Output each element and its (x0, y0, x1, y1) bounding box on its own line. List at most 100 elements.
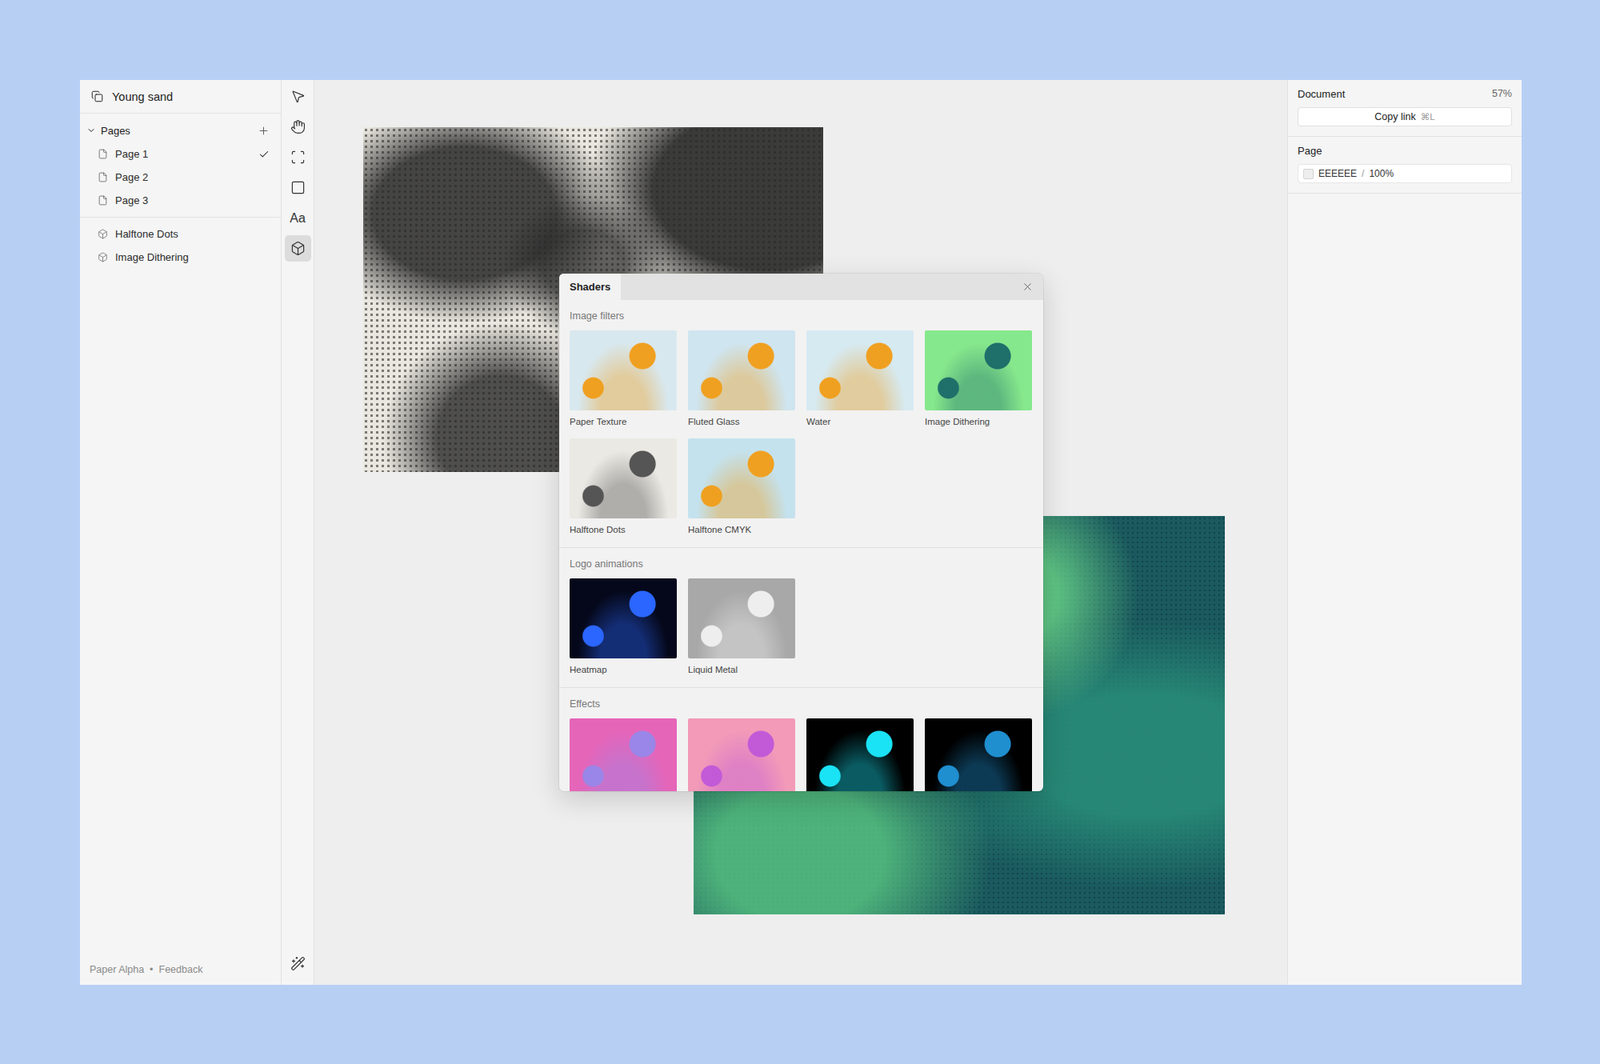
shader-card[interactable]: Paper Texture (569, 330, 677, 428)
thumbnail-grid (569, 718, 1033, 792)
pointer-tool-button[interactable] (284, 83, 312, 110)
shader-card[interactable]: Fluted Glass (688, 330, 796, 428)
text-tool-label: Aa (289, 211, 306, 226)
section-title: Effects (569, 697, 1033, 711)
shader-label: Halftone CMYK (688, 523, 796, 536)
dialog-body: Image filters Paper Texture Fluted Glass Wa… (559, 300, 1044, 792)
shader-card[interactable]: Image Dithering (924, 330, 1032, 428)
shader-thumbnail (688, 330, 796, 411)
shader-thumbnail (806, 330, 914, 411)
page-item[interactable]: Page 1 (80, 142, 281, 166)
check-icon (258, 148, 270, 160)
zoom-value[interactable]: 57% (1492, 88, 1512, 100)
rectangle-tool-button[interactable] (284, 174, 312, 201)
fill-swatch[interactable] (1303, 168, 1314, 180)
sidebar-footer: Paper Alpha•Feedback (80, 964, 281, 985)
shader-section: Image filters Paper Texture Fluted Glass Wa… (559, 300, 1044, 548)
page-fill-field[interactable]: EEEEEE/100% (1297, 164, 1512, 184)
sidebar: Young sand Pages Page 1 Page 2 Page 3 Halfton… (80, 80, 281, 985)
page-icon (97, 195, 108, 206)
footer-separator: • (149, 964, 153, 976)
shader-card[interactable]: Liquid Metal (688, 578, 796, 676)
section-title: Image filters (569, 309, 1033, 323)
shader-card[interactable]: Halftone CMYK (688, 438, 796, 536)
frame-tool-button[interactable] (284, 144, 312, 171)
page-label: Page 1 (115, 148, 148, 160)
shader-section: Effects (559, 688, 1044, 792)
hand-icon (290, 119, 306, 135)
shader-label: Fluted Glass (688, 415, 796, 428)
sidebar-divider (80, 216, 281, 218)
shader-thumbnail (688, 718, 796, 792)
copy-link-label: Copy link (1374, 111, 1416, 123)
page-label: Page 2 (115, 171, 148, 184)
page-item[interactable]: Page 3 (80, 188, 281, 212)
layer-label: Halftone Dots (115, 228, 179, 240)
shader-thumbnail (924, 718, 1032, 792)
shader-thumbnail (806, 718, 914, 792)
shader-layer-icon (97, 252, 108, 263)
frame-icon (290, 149, 306, 165)
dialog-header: Shaders (559, 273, 1044, 300)
rectangle-icon (290, 180, 306, 196)
shader-label: Image Dithering (924, 415, 1032, 428)
page-section-label: Page (1297, 144, 1322, 157)
fill-value: EEEEEE (1318, 168, 1357, 180)
shader-label: Halftone Dots (569, 523, 677, 536)
hand-tool-button[interactable] (284, 113, 312, 140)
shader-icon (290, 240, 306, 256)
shader-tool-button[interactable] (284, 235, 312, 262)
close-button[interactable] (1012, 273, 1044, 300)
text-tool-button[interactable]: Aa (284, 204, 312, 232)
section-title: Logo animations (569, 557, 1033, 571)
shader-section: Logo animations Heatmap Liquid Metal (559, 548, 1044, 688)
shader-card[interactable] (569, 718, 677, 792)
feedback-link[interactable]: Feedback (159, 964, 204, 976)
shortcut-label: ⌘L (1420, 111, 1436, 123)
shader-thumbnail (569, 330, 677, 411)
shader-card[interactable]: Halftone Dots (569, 438, 677, 536)
canvas[interactable]: Shaders Image filters Paper Texture Fluted … (314, 80, 1288, 985)
thumbnail-grid: Paper Texture Fluted Glass Water Image Dith… (569, 330, 1033, 536)
document-header: Document57% (1288, 80, 1522, 108)
shader-thumbnail (924, 330, 1032, 411)
plus-icon[interactable] (257, 124, 270, 137)
shader-label: Paper Texture (569, 415, 677, 428)
app-window: Young sand Pages Page 1 Page 2 Page 3 Halfton… (80, 80, 1522, 985)
layer-item[interactable]: Halftone Dots (80, 222, 281, 246)
shader-label: Liquid Metal (688, 663, 796, 676)
copy-link-button[interactable]: Copy link ⌘L (1297, 107, 1512, 127)
wand-icon (290, 956, 306, 972)
project-header[interactable]: Young sand (80, 80, 281, 114)
shader-card[interactable]: Heatmap (569, 578, 677, 676)
close-icon (1021, 280, 1034, 293)
shader-layer-icon (97, 228, 108, 240)
shader-label: Water (806, 415, 914, 428)
shader-thumbnail (688, 438, 796, 519)
layer-label: Image Dithering (115, 251, 189, 264)
shader-thumbnail (569, 718, 677, 792)
project-icon (91, 90, 104, 103)
shader-card[interactable] (924, 718, 1032, 792)
wand-tool-button[interactable] (284, 950, 312, 977)
pages-header[interactable]: Pages (80, 118, 281, 143)
shader-card[interactable]: Water (806, 330, 914, 428)
page-section: PageEEEEEE/100% (1288, 136, 1522, 194)
shader-thumbnail (569, 438, 677, 519)
page-item[interactable]: Page 2 (80, 165, 281, 189)
shader-card[interactable] (688, 718, 796, 792)
page-icon (97, 172, 108, 183)
dialog-tab[interactable]: Shaders (559, 273, 621, 300)
page-header: Page (1288, 136, 1522, 164)
toolbar: Aa (280, 80, 315, 985)
page-label: Page 3 (115, 194, 148, 207)
chevron-down-icon (86, 125, 96, 136)
thumbnail-grid: Heatmap Liquid Metal (569, 578, 1033, 676)
fill-separator: / (1361, 168, 1364, 180)
shader-thumbnail (688, 578, 796, 659)
shaders-dialog: Shaders Image filters Paper Texture Fluted … (559, 273, 1044, 792)
shader-card[interactable] (806, 718, 914, 792)
layer-item[interactable]: Image Dithering (80, 245, 281, 269)
properties-panel: Document57%Copy link⌘LPageEEEEEE/100% (1287, 80, 1522, 985)
document-section: Document57% Copy link ⌘L (1288, 80, 1522, 137)
